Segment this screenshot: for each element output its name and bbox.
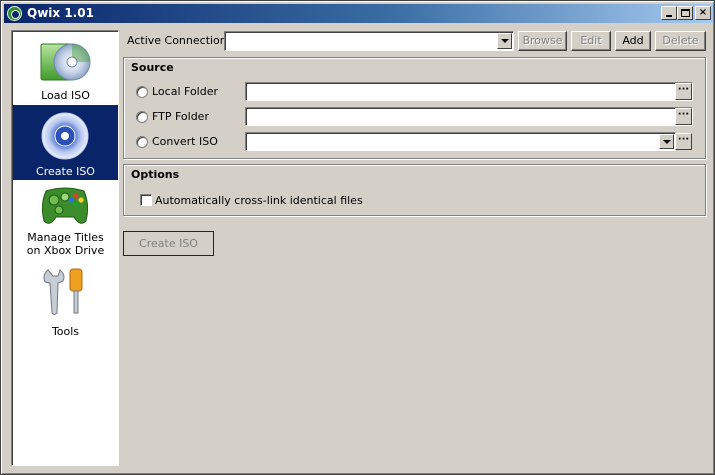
active-connection-label: Active Connection: [127,34,231,47]
close-icon: × [698,7,708,18]
gamepad-icon [41,187,89,224]
local-folder-input[interactable] [245,82,693,101]
sidebar-item-load-iso[interactable]: Load ISO [13,32,118,105]
local-folder-browse-button[interactable]: ··· [675,83,692,100]
create-iso-button[interactable]: Create ISO [123,231,214,256]
window-title: Qwix 1.01 [27,6,94,20]
ftp-folder-input[interactable] [245,107,693,126]
maximize-icon [681,9,690,17]
close-button[interactable]: × [695,6,711,20]
disc-folder-icon [40,43,91,81]
local-folder-radio[interactable] [136,86,148,98]
crosslink-label: Automatically cross-link identical files [155,194,363,207]
sidebar-item-label: Load ISO [41,89,90,102]
sidebar-item-label: Tools [51,325,80,338]
sidebar-item-create-iso[interactable]: Create ISO [13,105,118,180]
local-folder-label: Local Folder [152,85,218,98]
sidebar-item-label: Create ISO [36,165,95,178]
chevron-down-icon[interactable] [497,33,512,49]
app-logo-icon [7,6,22,21]
title-bar[interactable]: Qwix 1.01 × [4,4,713,23]
tools-icon [43,268,83,315]
sidebar-item-label: on Xbox Drive [26,244,105,257]
delete-button[interactable]: Delete [655,31,706,51]
ftp-folder-browse-button[interactable]: ··· [675,108,692,125]
options-group: Options [123,164,706,216]
source-group-title: Source [131,61,174,74]
app-window: Qwix 1.01 × Load ISO Create ISO Manage T… [0,0,715,475]
sidebar: Load ISO Create ISO Manage Titles on Xbo… [11,30,119,466]
sidebar-item-manage-titles[interactable]: Manage Titles on Xbox Drive [13,180,118,265]
ftp-folder-radio[interactable] [136,111,148,123]
add-button[interactable]: Add [615,31,651,51]
crosslink-checkbox[interactable] [140,194,152,206]
sidebar-item-tools[interactable]: Tools [13,265,118,340]
browse-button[interactable]: Browse [518,31,567,51]
options-group-title: Options [131,168,180,181]
chevron-down-icon[interactable] [659,134,674,149]
minimize-icon [666,15,672,17]
convert-iso-select[interactable] [245,132,676,151]
sidebar-item-label: Manage Titles [27,231,104,244]
minimize-button[interactable] [661,6,677,20]
convert-iso-browse-button[interactable]: ··· [675,133,692,150]
convert-iso-radio[interactable] [136,136,148,148]
convert-iso-label: Convert ISO [152,135,218,148]
ftp-folder-label: FTP Folder [152,110,209,123]
active-connection-select[interactable] [224,31,514,51]
disc-icon [41,112,89,160]
edit-button[interactable]: Edit [571,31,611,51]
maximize-button[interactable] [677,6,693,20]
